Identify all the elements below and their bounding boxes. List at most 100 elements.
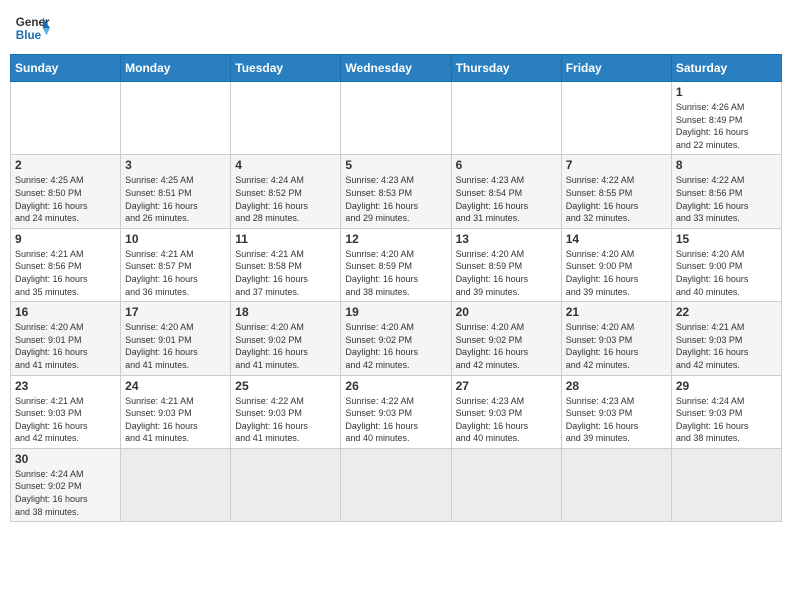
calendar-cell: 21Sunrise: 4:20 AM Sunset: 9:03 PM Dayli…: [561, 302, 671, 375]
calendar-week-row: 1Sunrise: 4:26 AM Sunset: 8:49 PM Daylig…: [11, 82, 782, 155]
day-number: 18: [235, 305, 336, 319]
svg-text:Blue: Blue: [16, 29, 42, 42]
day-info: Sunrise: 4:26 AM Sunset: 8:49 PM Dayligh…: [676, 101, 777, 151]
day-number: 16: [15, 305, 116, 319]
day-info: Sunrise: 4:20 AM Sunset: 9:01 PM Dayligh…: [15, 321, 116, 371]
header-thursday: Thursday: [451, 55, 561, 82]
calendar-cell: [121, 82, 231, 155]
calendar-week-row: 23 Sunrise: 4:21 AM Sunset: 9:03 PM Dayli…: [11, 375, 782, 448]
calendar-cell: [231, 82, 341, 155]
calendar-table: Sunday Monday Tuesday Wednesday Thursday…: [10, 54, 782, 522]
header-wednesday: Wednesday: [341, 55, 451, 82]
calendar-cell: [231, 448, 341, 521]
day-info: Sunrise: 4:21 AM Sunset: 8:58 PM Dayligh…: [235, 248, 336, 298]
day-number: 3: [125, 158, 226, 172]
calendar-cell: 24 Sunrise: 4:21 AM Sunset: 9:03 PM Dayli…: [121, 375, 231, 448]
day-info: Sunrise: 4:23 AM Sunset: 8:53 PM Dayligh…: [345, 174, 446, 224]
day-number: 17: [125, 305, 226, 319]
calendar-cell: [341, 82, 451, 155]
page-header: General Blue: [10, 10, 782, 46]
calendar-cell: 2Sunrise: 4:25 AM Sunset: 8:50 PM Daylig…: [11, 155, 121, 228]
day-number: 22: [676, 305, 777, 319]
calendar-week-row: 30 Sunrise: 4:24 AM Sunset: 9:02 PM Dayli…: [11, 448, 782, 521]
calendar-cell: 12 Sunrise: 4:20 AM Sunset: 8:59 PM Dayli…: [341, 228, 451, 301]
header-sunday: Sunday: [11, 55, 121, 82]
calendar-cell: [561, 82, 671, 155]
day-number: 30: [15, 452, 116, 466]
day-info: Sunrise: 4:23 AM Sunset: 9:03 PM Dayligh…: [566, 395, 667, 445]
day-info: Sunrise: 4:20 AM Sunset: 9:00 PM Dayligh…: [676, 248, 777, 298]
day-info: Sunrise: 4:23 AM Sunset: 9:03 PM Dayligh…: [456, 395, 557, 445]
header-monday: Monday: [121, 55, 231, 82]
day-info: Sunrise: 4:20 AM Sunset: 9:02 PM Dayligh…: [456, 321, 557, 371]
day-number: 10: [125, 232, 226, 246]
day-number: 23: [15, 379, 116, 393]
day-info: Sunrise: 4:21 AM Sunset: 8:56 PM Dayligh…: [15, 248, 116, 298]
day-info: Sunrise: 4:23 AM Sunset: 8:54 PM Dayligh…: [456, 174, 557, 224]
header-tuesday: Tuesday: [231, 55, 341, 82]
day-info: Sunrise: 4:24 AM Sunset: 8:52 PM Dayligh…: [235, 174, 336, 224]
day-number: 19: [345, 305, 446, 319]
day-info: Sunrise: 4:22 AM Sunset: 8:55 PM Dayligh…: [566, 174, 667, 224]
calendar-cell: 3 Sunrise: 4:25 AM Sunset: 8:51 PM Daylig…: [121, 155, 231, 228]
day-number: 26: [345, 379, 446, 393]
day-info: Sunrise: 4:25 AM Sunset: 8:50 PM Dayligh…: [15, 174, 116, 224]
day-number: 24: [125, 379, 226, 393]
calendar-cell: 11Sunrise: 4:21 AM Sunset: 8:58 PM Dayli…: [231, 228, 341, 301]
day-info: Sunrise: 4:20 AM Sunset: 9:02 PM Dayligh…: [235, 321, 336, 371]
calendar-cell: 20Sunrise: 4:20 AM Sunset: 9:02 PM Dayli…: [451, 302, 561, 375]
calendar-cell: [451, 82, 561, 155]
calendar-cell: 17Sunrise: 4:20 AM Sunset: 9:01 PM Dayli…: [121, 302, 231, 375]
day-info: Sunrise: 4:22 AM Sunset: 9:03 PM Dayligh…: [345, 395, 446, 445]
calendar-cell: 14 Sunrise: 4:20 AM Sunset: 9:00 PM Dayli…: [561, 228, 671, 301]
day-info: Sunrise: 4:20 AM Sunset: 9:00 PM Dayligh…: [566, 248, 667, 298]
day-number: 25: [235, 379, 336, 393]
day-number: 15: [676, 232, 777, 246]
calendar-cell: 16 Sunrise: 4:20 AM Sunset: 9:01 PM Dayli…: [11, 302, 121, 375]
calendar-cell: [341, 448, 451, 521]
calendar-cell: 23 Sunrise: 4:21 AM Sunset: 9:03 PM Dayli…: [11, 375, 121, 448]
calendar-cell: 26 Sunrise: 4:22 AM Sunset: 9:03 PM Dayli…: [341, 375, 451, 448]
calendar-cell: 9 Sunrise: 4:21 AM Sunset: 8:56 PM Daylig…: [11, 228, 121, 301]
calendar-cell: 30 Sunrise: 4:24 AM Sunset: 9:02 PM Dayli…: [11, 448, 121, 521]
day-number: 12: [345, 232, 446, 246]
calendar-cell: 6 Sunrise: 4:23 AM Sunset: 8:54 PM Daylig…: [451, 155, 561, 228]
calendar-cell: [121, 448, 231, 521]
day-number: 28: [566, 379, 667, 393]
day-info: Sunrise: 4:21 AM Sunset: 9:03 PM Dayligh…: [125, 395, 226, 445]
day-number: 7: [566, 158, 667, 172]
day-number: 5: [345, 158, 446, 172]
logo: General Blue: [14, 10, 50, 46]
day-number: 13: [456, 232, 557, 246]
calendar-cell: 10 Sunrise: 4:21 AM Sunset: 8:57 PM Dayli…: [121, 228, 231, 301]
day-info: Sunrise: 4:20 AM Sunset: 8:59 PM Dayligh…: [456, 248, 557, 298]
day-info: Sunrise: 4:21 AM Sunset: 9:03 PM Dayligh…: [676, 321, 777, 371]
calendar-cell: 1Sunrise: 4:26 AM Sunset: 8:49 PM Daylig…: [671, 82, 781, 155]
calendar-cell: [11, 82, 121, 155]
header-friday: Friday: [561, 55, 671, 82]
day-number: 27: [456, 379, 557, 393]
calendar-cell: 4 Sunrise: 4:24 AM Sunset: 8:52 PM Daylig…: [231, 155, 341, 228]
calendar-cell: 22 Sunrise: 4:21 AM Sunset: 9:03 PM Dayli…: [671, 302, 781, 375]
day-info: Sunrise: 4:21 AM Sunset: 8:57 PM Dayligh…: [125, 248, 226, 298]
header-saturday: Saturday: [671, 55, 781, 82]
day-info: Sunrise: 4:24 AM Sunset: 9:03 PM Dayligh…: [676, 395, 777, 445]
calendar-cell: 13 Sunrise: 4:20 AM Sunset: 8:59 PM Dayli…: [451, 228, 561, 301]
calendar-cell: 27 Sunrise: 4:23 AM Sunset: 9:03 PM Dayli…: [451, 375, 561, 448]
calendar-cell: 28 Sunrise: 4:23 AM Sunset: 9:03 PM Dayli…: [561, 375, 671, 448]
day-number: 9: [15, 232, 116, 246]
day-number: 14: [566, 232, 667, 246]
day-info: Sunrise: 4:25 AM Sunset: 8:51 PM Dayligh…: [125, 174, 226, 224]
calendar-cell: 18 Sunrise: 4:20 AM Sunset: 9:02 PM Dayli…: [231, 302, 341, 375]
day-number: 6: [456, 158, 557, 172]
day-info: Sunrise: 4:20 AM Sunset: 9:03 PM Dayligh…: [566, 321, 667, 371]
day-info: Sunrise: 4:20 AM Sunset: 8:59 PM Dayligh…: [345, 248, 446, 298]
logo-icon: General Blue: [14, 10, 50, 46]
calendar-week-row: 9 Sunrise: 4:21 AM Sunset: 8:56 PM Daylig…: [11, 228, 782, 301]
calendar-cell: 19Sunrise: 4:20 AM Sunset: 9:02 PM Dayli…: [341, 302, 451, 375]
day-number: 29: [676, 379, 777, 393]
day-info: Sunrise: 4:24 AM Sunset: 9:02 PM Dayligh…: [15, 468, 116, 518]
calendar-cell: 29 Sunrise: 4:24 AM Sunset: 9:03 PM Dayli…: [671, 375, 781, 448]
day-number: 4: [235, 158, 336, 172]
day-info: Sunrise: 4:21 AM Sunset: 9:03 PM Dayligh…: [15, 395, 116, 445]
